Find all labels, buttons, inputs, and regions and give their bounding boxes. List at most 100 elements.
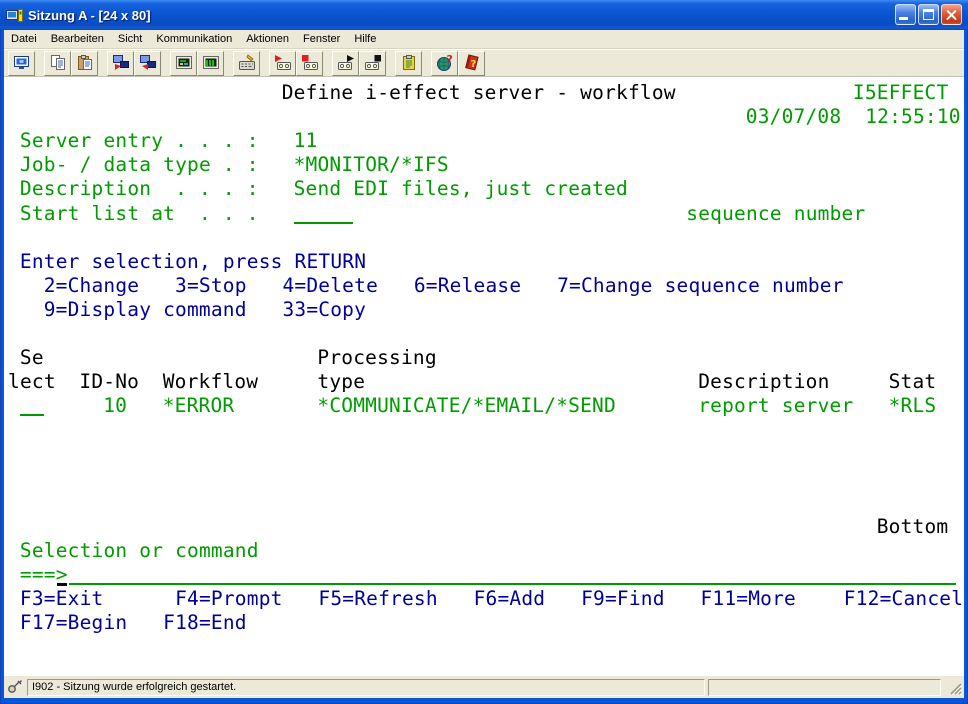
terminal-row — [4, 443, 964, 467]
toolbar-group — [332, 51, 386, 76]
terminal-screen[interactable]: Define i-effect server - workflow I5EFFEC… — [4, 77, 964, 676]
terminal-row: Define i-effect server - workflow I5EFFEC… — [4, 81, 964, 105]
toolbar-group — [269, 51, 323, 76]
menu-fenster[interactable]: Fenster — [296, 31, 347, 47]
close-button[interactable] — [941, 4, 962, 25]
terminal-row: Server entry . . . : 11 — [4, 129, 964, 153]
terminal-row — [4, 467, 964, 491]
terminal-row — [4, 635, 964, 659]
send-file-to-host-button[interactable] — [107, 51, 134, 76]
toolbar-group — [395, 51, 422, 76]
display-layout-button[interactable] — [197, 51, 224, 76]
function-keys-1: F3=Exit F4=Prompt F5=Refresh F6=Add F9=F… — [20, 587, 963, 611]
screen-title: Define i-effect server - workflow — [282, 81, 676, 105]
toolbar-group — [44, 51, 98, 76]
display-session-icon — [175, 54, 193, 72]
selection-or-command-label: Selection or command — [20, 539, 259, 563]
window: Sitzung A - [24 x 80] DateiBearbeitenSic… — [0, 0, 968, 704]
keyboard-setup-button[interactable] — [233, 51, 260, 76]
display-session-button[interactable] — [170, 51, 197, 76]
header-select-1: Se — [20, 346, 44, 370]
header-stat: Stat — [889, 370, 937, 394]
select-field[interactable] — [20, 395, 44, 416]
terminal-row: 9=Display command 33=Copy — [4, 298, 964, 322]
help-keyword-icon: ? — [463, 54, 481, 72]
receive-file-from-host-button[interactable] — [134, 51, 161, 76]
clipboard-view-button[interactable] — [395, 51, 422, 76]
menu-hilfe[interactable]: Hilfe — [347, 31, 383, 47]
play-macro-button[interactable] — [332, 51, 359, 76]
minimize-icon — [899, 17, 908, 20]
toolbar-group — [107, 51, 161, 76]
bottom-indicator: Bottom — [877, 515, 949, 539]
maximize-button[interactable] — [918, 4, 939, 25]
terminal-row: Bottom — [4, 515, 964, 539]
svg-text:?: ? — [446, 54, 452, 66]
receive-file-from-host-icon — [139, 54, 157, 72]
terminal-row: Enter selection, press RETURN — [4, 250, 964, 274]
command-input-field[interactable] — [69, 564, 957, 585]
terminal-row: ===> — [4, 563, 964, 587]
header-workflow: Workflow — [163, 370, 259, 394]
minimize-button[interactable] — [895, 4, 916, 25]
menu-datei[interactable]: Datei — [4, 31, 44, 47]
id-no-value: 10 — [103, 394, 127, 418]
stop-record-macro-icon — [301, 54, 319, 72]
start-list-at-field[interactable] — [294, 203, 354, 224]
terminal-row: F3=Exit F4=Prompt F5=Refresh F6=Add F9=F… — [4, 587, 964, 611]
terminal-row: 03/07/08 12:55:10 — [4, 105, 964, 129]
terminal-row — [4, 418, 964, 442]
header-processing-1: Processing — [317, 346, 436, 370]
stop-record-macro-button[interactable] — [296, 51, 323, 76]
terminal-row: Start list at . . . sequence number — [4, 202, 964, 226]
workflow-value: *ERROR — [163, 394, 235, 418]
record-macro-button[interactable] — [269, 51, 296, 76]
screen-id: I5EFFECT — [853, 81, 949, 105]
terminal-row — [4, 491, 964, 515]
text-cursor — [57, 565, 68, 586]
terminal-row: Job- / data type . : *MONITOR/*IFS — [4, 153, 964, 177]
statusbar: I902 - Sitzung wurde erfolgreich gestart… — [4, 676, 964, 698]
help-keyword-button[interactable]: ? — [458, 51, 485, 76]
terminal-row: 10*ERROR*COMMUNICATE/*EMAIL/*SENDreport … — [4, 394, 964, 418]
processing-type-value: *COMMUNICATE/*EMAIL/*SEND — [317, 394, 616, 418]
server-entry-value: 11 — [294, 129, 318, 153]
header-id-no: ID-No — [79, 370, 139, 394]
menu-sicht[interactable]: Sicht — [111, 31, 149, 47]
start-list-at-label: Start list at . . . — [20, 202, 259, 226]
paste-icon — [76, 54, 94, 72]
job-data-type-value: *MONITOR/*IFS — [294, 153, 449, 177]
titlebar[interactable]: Sitzung A - [24 x 80] — [0, 0, 968, 30]
menu-kommunikation[interactable]: Kommunikation — [149, 31, 239, 47]
terminal-row — [4, 226, 964, 250]
maximize-icon — [923, 9, 934, 20]
screen-date-time: 03/07/08 12:55:10 — [746, 105, 961, 129]
clipboard-view-icon — [400, 54, 418, 72]
toolbar-group — [233, 51, 260, 76]
sequence-number-label: sequence number — [686, 202, 865, 226]
record-macro-icon — [274, 54, 292, 72]
window-controls — [895, 4, 962, 25]
status-message: I902 - Sitzung wurde erfolgreich gestart… — [27, 679, 705, 696]
resize-grip[interactable] — [946, 679, 962, 695]
paste-button[interactable] — [71, 51, 98, 76]
application-icon — [6, 7, 23, 24]
display-layout-icon — [202, 54, 220, 72]
copy-icon — [49, 54, 67, 72]
menu-aktionen[interactable]: Aktionen — [239, 31, 296, 47]
menu-bearbeiten[interactable]: Bearbeiten — [44, 31, 111, 47]
send-file-to-host-icon — [112, 54, 130, 72]
job-data-type-label: Job- / data type . : — [20, 153, 259, 177]
header-description: Description — [698, 370, 829, 394]
stop-play-macro-button[interactable] — [359, 51, 386, 76]
copy-button[interactable] — [44, 51, 71, 76]
toolbar: ?? — [4, 49, 964, 77]
svg-text:?: ? — [470, 59, 476, 70]
toolbar-group: ?? — [431, 51, 485, 76]
help-globe-button[interactable]: ? — [431, 51, 458, 76]
jump-session-button[interactable] — [8, 51, 35, 76]
server-entry-label: Server entry . . . : — [20, 129, 259, 153]
description-label: Description . . . : — [20, 177, 259, 201]
menubar: DateiBearbeitenSichtKommunikationAktione… — [4, 30, 964, 49]
description-value: Send EDI files, just created — [294, 177, 628, 201]
